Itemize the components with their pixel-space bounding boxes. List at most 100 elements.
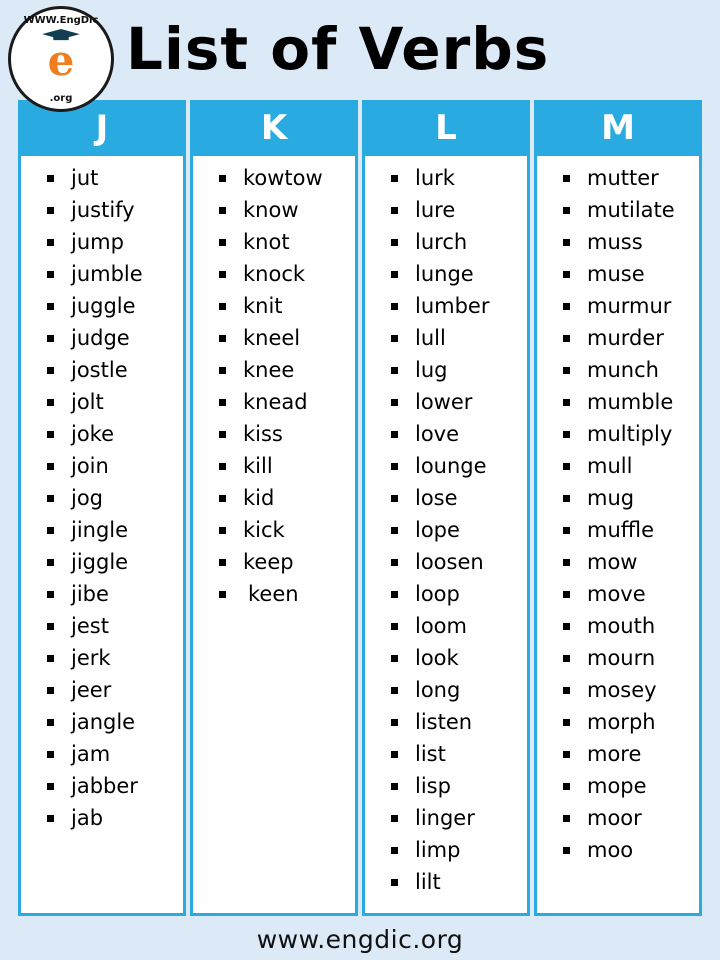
list-item: jump bbox=[47, 226, 183, 258]
list-item: jiggle bbox=[47, 546, 183, 578]
list-item: murder bbox=[563, 322, 699, 354]
list-item: justify bbox=[47, 194, 183, 226]
list-item: jeer bbox=[47, 674, 183, 706]
list-item: moo bbox=[563, 834, 699, 866]
list-item: juggle bbox=[47, 290, 183, 322]
list-item: muffle bbox=[563, 514, 699, 546]
list-item: jolt bbox=[47, 386, 183, 418]
list-item: multiply bbox=[563, 418, 699, 450]
list-item: jerk bbox=[47, 642, 183, 674]
logo-letter: e bbox=[47, 36, 75, 85]
list-item: know bbox=[219, 194, 355, 226]
engdic-logo: WWW.EngDic e .org bbox=[8, 6, 114, 112]
list-item: loosen bbox=[391, 546, 527, 578]
list-item: kiss bbox=[219, 418, 355, 450]
word-list-k: kowtow know knot knock knit kneel knee k… bbox=[193, 162, 355, 610]
list-item: mug bbox=[563, 482, 699, 514]
word-list-j: jut justify jump jumble juggle judge jos… bbox=[21, 162, 183, 834]
list-item: jut bbox=[47, 162, 183, 194]
logo-top-text: WWW.EngDic bbox=[23, 15, 99, 26]
list-item: jam bbox=[47, 738, 183, 770]
list-item: morph bbox=[563, 706, 699, 738]
list-item: join bbox=[47, 450, 183, 482]
list-item: listen bbox=[391, 706, 527, 738]
list-item: lure bbox=[391, 194, 527, 226]
column-l: L lurk lure lurch lunge lumber lull lug … bbox=[362, 100, 530, 916]
page-header: WWW.EngDic e .org List of Verbs bbox=[0, 0, 720, 112]
list-item: kid bbox=[219, 482, 355, 514]
list-item: knit bbox=[219, 290, 355, 322]
word-list-m: mutter mutilate muss muse murmur murder … bbox=[537, 162, 699, 866]
list-item: lower bbox=[391, 386, 527, 418]
list-item: kneel bbox=[219, 322, 355, 354]
list-item: jumble bbox=[47, 258, 183, 290]
list-item: mutilate bbox=[563, 194, 699, 226]
list-item: jangle bbox=[47, 706, 183, 738]
list-item: long bbox=[391, 674, 527, 706]
column-body-k: kowtow know knot knock knit kneel knee k… bbox=[190, 156, 358, 916]
footer-website: www.engdic.org bbox=[256, 924, 464, 954]
list-item: lunge bbox=[391, 258, 527, 290]
list-item: mope bbox=[563, 770, 699, 802]
list-item: lug bbox=[391, 354, 527, 386]
list-item: jest bbox=[47, 610, 183, 642]
list-item: muss bbox=[563, 226, 699, 258]
list-item: lounge bbox=[391, 450, 527, 482]
list-item: knock bbox=[219, 258, 355, 290]
list-item: mutter bbox=[563, 162, 699, 194]
list-item: keep bbox=[219, 546, 355, 578]
column-header-m: M bbox=[534, 100, 702, 156]
list-item: linger bbox=[391, 802, 527, 834]
list-item: jostle bbox=[47, 354, 183, 386]
list-item: kick bbox=[219, 514, 355, 546]
list-item: mumble bbox=[563, 386, 699, 418]
column-header-l: L bbox=[362, 100, 530, 156]
list-item: mull bbox=[563, 450, 699, 482]
list-item: murmur bbox=[563, 290, 699, 322]
list-item: lumber bbox=[391, 290, 527, 322]
list-item: loop bbox=[391, 578, 527, 610]
list-item: lope bbox=[391, 514, 527, 546]
logo-inner: WWW.EngDic e .org bbox=[11, 9, 111, 109]
list-item: look bbox=[391, 642, 527, 674]
list-item: lose bbox=[391, 482, 527, 514]
list-item: judge bbox=[47, 322, 183, 354]
list-item: loom bbox=[391, 610, 527, 642]
logo-bottom-text: .org bbox=[49, 93, 73, 104]
list-item: move bbox=[563, 578, 699, 610]
list-item: list bbox=[391, 738, 527, 770]
list-item: kowtow bbox=[219, 162, 355, 194]
column-body-j: jut justify jump jumble juggle judge jos… bbox=[18, 156, 186, 916]
list-item: knot bbox=[219, 226, 355, 258]
list-item: mosey bbox=[563, 674, 699, 706]
list-item: love bbox=[391, 418, 527, 450]
list-item: keen bbox=[219, 578, 355, 610]
list-item: jibe bbox=[47, 578, 183, 610]
column-body-m: mutter mutilate muss muse murmur murder … bbox=[534, 156, 702, 916]
page-title: List of Verbs bbox=[126, 15, 550, 83]
column-j: J jut justify jump jumble juggle judge j… bbox=[18, 100, 186, 916]
column-k: K kowtow know knot knock knit kneel knee… bbox=[190, 100, 358, 916]
word-list-l: lurk lure lurch lunge lumber lull lug lo… bbox=[365, 162, 527, 898]
page-footer: www.engdic.org bbox=[0, 918, 720, 960]
list-item: jabber bbox=[47, 770, 183, 802]
column-body-l: lurk lure lurch lunge lumber lull lug lo… bbox=[362, 156, 530, 916]
list-item: lull bbox=[391, 322, 527, 354]
list-item: mow bbox=[563, 546, 699, 578]
list-item: limp bbox=[391, 834, 527, 866]
list-item: jog bbox=[47, 482, 183, 514]
list-item: lisp bbox=[391, 770, 527, 802]
verb-columns: J jut justify jump jumble juggle judge j… bbox=[18, 100, 702, 916]
list-item: lurch bbox=[391, 226, 527, 258]
column-m: M mutter mutilate muss muse murmur murde… bbox=[534, 100, 702, 916]
list-item: more bbox=[563, 738, 699, 770]
list-item: joke bbox=[47, 418, 183, 450]
list-item: lilt bbox=[391, 866, 527, 898]
list-item: jingle bbox=[47, 514, 183, 546]
list-item: mouth bbox=[563, 610, 699, 642]
list-item: kill bbox=[219, 450, 355, 482]
list-item: muse bbox=[563, 258, 699, 290]
list-item: moor bbox=[563, 802, 699, 834]
list-item: jab bbox=[47, 802, 183, 834]
list-item: munch bbox=[563, 354, 699, 386]
